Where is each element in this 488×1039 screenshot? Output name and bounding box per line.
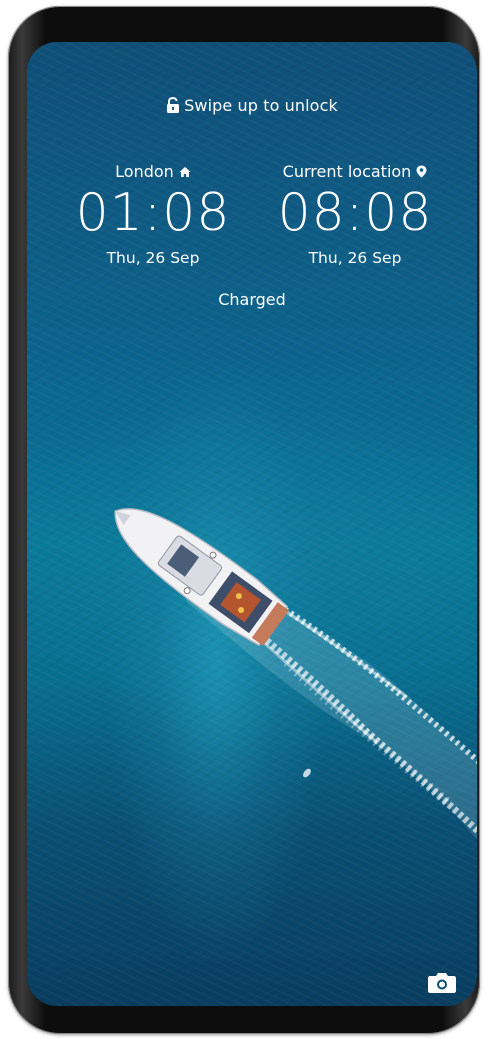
clock-london: London 01:08 Thu, 26 Sep [58, 162, 248, 267]
clock-date: Thu, 26 Sep [106, 249, 200, 267]
clock-time: 08:08 [277, 183, 433, 243]
clock-date: Thu, 26 Sep [308, 249, 402, 267]
clock-city: London [58, 162, 248, 181]
clock-current-location: Current location 08:08 Thu, 26 Sep [260, 162, 450, 267]
camera-icon [428, 973, 456, 993]
clock-city: Current location [260, 162, 450, 181]
clock-time: 01:08 [75, 183, 231, 243]
camera-shortcut-button[interactable] [427, 970, 457, 994]
home-icon [179, 167, 191, 177]
clock-city-label: Current location [282, 162, 412, 181]
location-pin-icon [416, 165, 427, 178]
unlock-hint: Swipe up to unlock [27, 96, 477, 115]
unlocked-padlock-icon [167, 96, 180, 113]
phone-frame: Swipe up to unlock London 01:08 Thu, 26 … [8, 6, 480, 1034]
lock-screen[interactable]: Swipe up to unlock London 01:08 Thu, 26 … [27, 42, 477, 1006]
unlock-hint-label: Swipe up to unlock [184, 96, 338, 115]
clock-city-label: London [115, 162, 174, 181]
charging-status: Charged [218, 290, 286, 309]
